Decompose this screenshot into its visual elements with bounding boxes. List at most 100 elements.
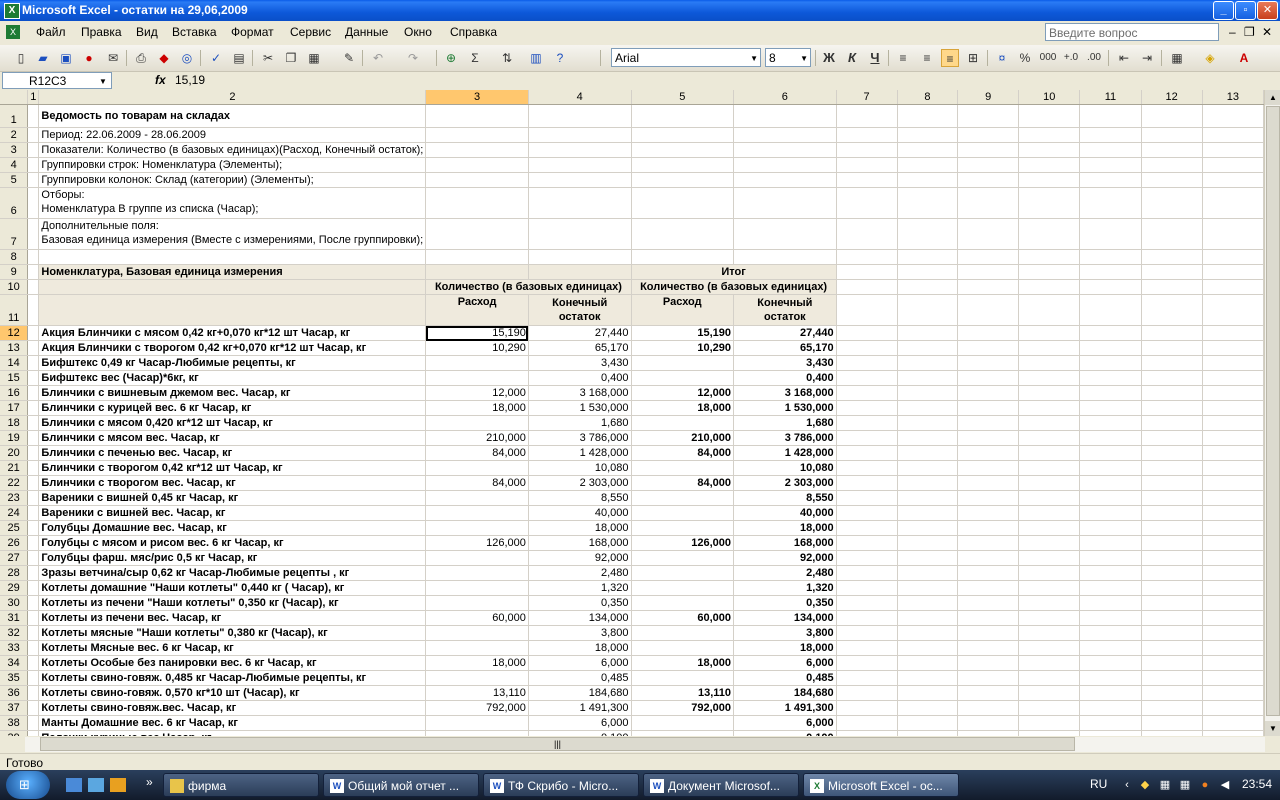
menu-data[interactable]: Данные <box>345 25 388 39</box>
report-col-grouping[interactable]: Группировки колонок: Склад (категории) (… <box>38 172 427 188</box>
cell[interactable] <box>27 127 40 143</box>
cell[interactable] <box>27 520 40 536</box>
app-tray-icon[interactable]: ● <box>1198 778 1212 792</box>
cell[interactable] <box>897 685 959 701</box>
cell[interactable] <box>836 460 898 476</box>
report-filters[interactable]: Отборы: Номенклатура В группе из списка (… <box>38 187 427 219</box>
cell[interactable] <box>1202 127 1264 143</box>
cell[interactable] <box>1202 104 1264 128</box>
cell[interactable] <box>957 279 1020 295</box>
cell[interactable] <box>836 157 898 173</box>
cell[interactable] <box>836 340 898 356</box>
cell[interactable] <box>631 157 735 173</box>
cell[interactable] <box>1018 550 1081 566</box>
menu-view[interactable]: Вид <box>136 25 158 39</box>
cell[interactable] <box>1079 279 1142 295</box>
cell-balance[interactable]: 0,400 <box>528 370 632 386</box>
cell[interactable] <box>836 355 898 371</box>
cell[interactable] <box>957 580 1020 596</box>
cell-expense[interactable] <box>425 520 529 536</box>
cell[interactable] <box>897 475 959 491</box>
cell-balance[interactable]: 3 168,000 <box>528 385 632 401</box>
row-header[interactable]: 13 <box>0 340 29 356</box>
cell[interactable] <box>1141 104 1203 128</box>
cell-total-expense[interactable] <box>631 370 735 386</box>
cell[interactable] <box>1018 415 1081 431</box>
cell[interactable] <box>1079 172 1142 188</box>
sort-icon[interactable]: ⇅ <box>498 49 516 67</box>
cell[interactable] <box>733 187 837 219</box>
cell[interactable] <box>836 385 898 401</box>
cell[interactable] <box>1018 355 1081 371</box>
horizontal-scroll-thumb[interactable]: ||| <box>40 737 1075 751</box>
cell-total-expense[interactable]: 13,110 <box>631 685 735 701</box>
cell[interactable] <box>1018 172 1081 188</box>
language-indicator[interactable]: RU <box>1090 777 1107 791</box>
cell[interactable] <box>1141 385 1203 401</box>
cell-total-balance[interactable]: 1,680 <box>733 415 837 431</box>
cell[interactable] <box>1141 460 1203 476</box>
align-left-icon[interactable]: ≡ <box>894 49 912 67</box>
cell-balance[interactable]: 92,000 <box>528 550 632 566</box>
cell[interactable] <box>27 475 40 491</box>
cell[interactable] <box>631 127 735 143</box>
cell-expense[interactable] <box>425 505 529 521</box>
cell[interactable] <box>1018 157 1081 173</box>
column-header[interactable]: 12 <box>1141 90 1203 105</box>
cell-total-expense[interactable] <box>631 550 735 566</box>
cell-name[interactable]: Бифштекс вес (Часар)*6кг, кг <box>38 370 427 386</box>
save-icon[interactable]: ▣ <box>57 49 75 67</box>
cell[interactable] <box>957 460 1020 476</box>
cell[interactable] <box>836 370 898 386</box>
row-header[interactable]: 33 <box>0 640 29 656</box>
cell-name[interactable]: Блинчики с мясом 0,420 кг*12 шт Часар, к… <box>38 415 427 431</box>
cell[interactable] <box>1018 505 1081 521</box>
cell[interactable] <box>1079 655 1142 671</box>
row-header[interactable]: 27 <box>0 550 29 566</box>
cell[interactable] <box>1079 142 1142 158</box>
cell[interactable] <box>957 625 1020 641</box>
cell[interactable] <box>1079 610 1142 626</box>
cell[interactable] <box>631 104 735 128</box>
cell[interactable] <box>1018 430 1081 446</box>
cell[interactable] <box>1202 700 1264 716</box>
cell[interactable] <box>1202 370 1264 386</box>
cell[interactable] <box>27 445 40 461</box>
cell[interactable] <box>1141 325 1203 341</box>
cell-name[interactable]: Котлеты домашние "Наши котлеты" 0,440 кг… <box>38 580 427 596</box>
cell[interactable] <box>425 187 529 219</box>
cell[interactable] <box>957 595 1020 611</box>
cell[interactable] <box>1079 505 1142 521</box>
cell-balance[interactable]: 6,000 <box>528 655 632 671</box>
cell[interactable] <box>836 640 898 656</box>
cell[interactable] <box>27 294 40 326</box>
cell-total-balance[interactable]: 168,000 <box>733 535 837 551</box>
network-icon[interactable]: ▦ <box>1158 778 1172 792</box>
row-header[interactable]: 7 <box>0 218 29 250</box>
cell[interactable] <box>897 370 959 386</box>
cell-expense[interactable] <box>425 595 529 611</box>
italic-button[interactable]: К <box>843 49 861 67</box>
cell[interactable] <box>1141 400 1203 416</box>
cell-total-expense[interactable]: 12,000 <box>631 385 735 401</box>
cell[interactable] <box>836 249 898 265</box>
cell[interactable] <box>1202 550 1264 566</box>
cell[interactable] <box>425 249 529 265</box>
cell-expense[interactable]: 84,000 <box>425 475 529 491</box>
cell-total-expense[interactable]: 18,000 <box>631 655 735 671</box>
cell[interactable] <box>836 187 898 219</box>
row-header[interactable]: 5 <box>0 172 29 188</box>
cell-expense[interactable]: 60,000 <box>425 610 529 626</box>
cell[interactable] <box>836 670 898 686</box>
cell[interactable] <box>836 104 898 128</box>
cell[interactable] <box>1202 325 1264 341</box>
cell[interactable] <box>1018 279 1081 295</box>
cell[interactable] <box>1141 172 1203 188</box>
hyperlink-icon[interactable]: ⊕ <box>442 49 460 67</box>
cell-total-expense[interactable] <box>631 565 735 581</box>
cell[interactable] <box>836 535 898 551</box>
row-header[interactable]: 18 <box>0 415 29 431</box>
cell[interactable] <box>836 325 898 341</box>
row-header[interactable]: 2 <box>0 127 29 143</box>
cell-expense[interactable] <box>425 670 529 686</box>
